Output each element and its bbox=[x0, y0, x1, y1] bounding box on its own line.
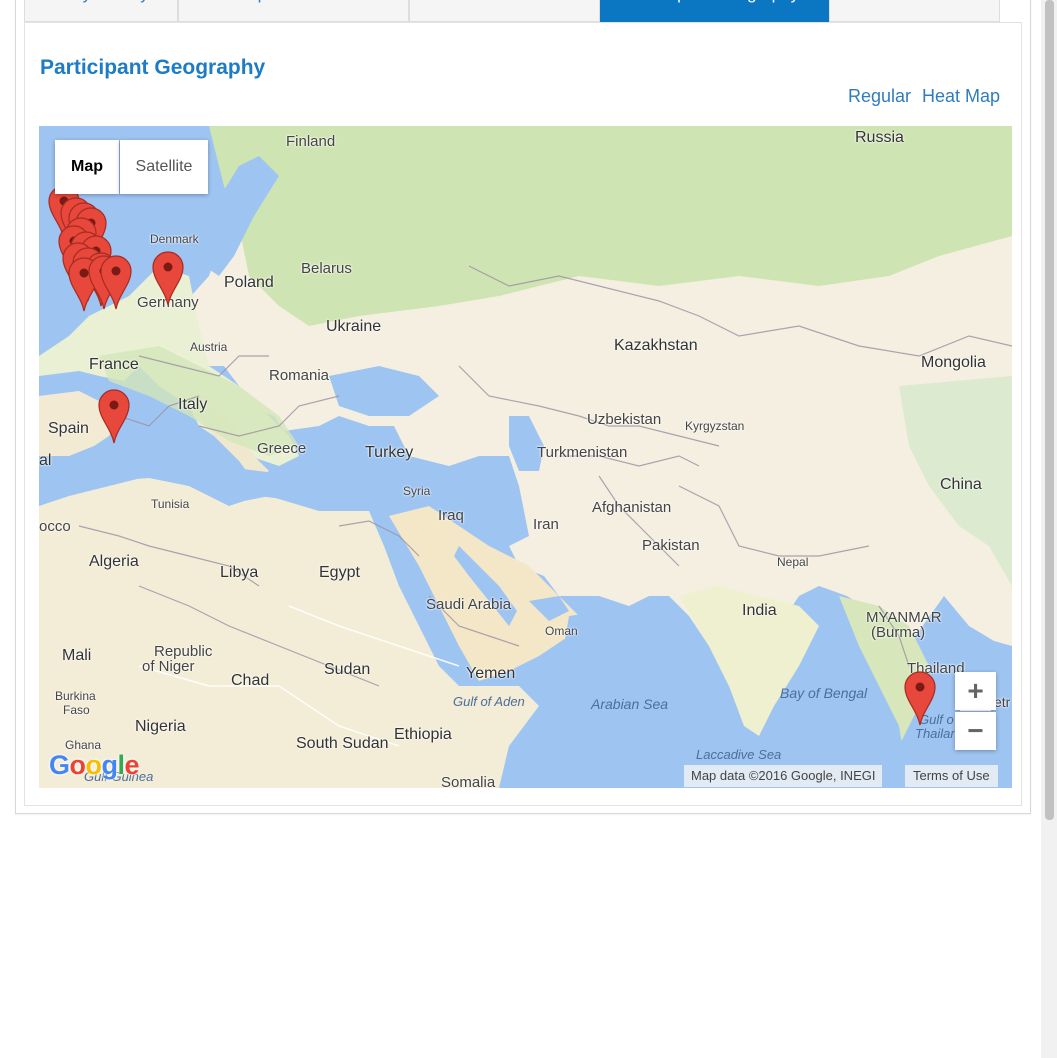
label-syria: Syria bbox=[403, 484, 431, 498]
label-finland: Finland bbox=[286, 133, 336, 150]
label-saudi-arabia: Saudi Arabia bbox=[426, 596, 512, 613]
label-nepal: Nepal bbox=[777, 555, 809, 569]
zoom-divider bbox=[960, 710, 991, 711]
label-mongolia: Mongolia bbox=[921, 354, 986, 371]
label-yemen: Yemen bbox=[466, 665, 516, 682]
label-somalia: Somalia bbox=[441, 774, 496, 788]
label-poland: Poland bbox=[224, 274, 274, 291]
tab-email-statistics[interactable]: Email Statistics bbox=[829, 0, 1000, 22]
map-pin-icon bbox=[98, 389, 130, 444]
google-logo: Google bbox=[49, 750, 140, 780]
label-italy: Italy bbox=[178, 396, 208, 413]
map-pin-icon bbox=[100, 255, 132, 310]
label-burkina: Burkina bbox=[55, 689, 96, 703]
label-portugal-partial: al bbox=[39, 452, 52, 469]
label-afghanistan: Afghanistan bbox=[592, 499, 672, 516]
label-burma: (Burma) bbox=[871, 624, 926, 641]
label-iran: Iran bbox=[533, 516, 559, 533]
label-vietnam-partial: etr bbox=[994, 694, 1011, 710]
terms-of-use-link[interactable]: Terms of Use bbox=[905, 765, 998, 787]
label-of-niger: of Niger bbox=[142, 658, 195, 675]
label-sudan: Sudan bbox=[324, 661, 371, 678]
label-gulf-of-aden: Gulf of Aden bbox=[453, 694, 525, 709]
label-egypt: Egypt bbox=[319, 564, 360, 581]
scrollbar-thumb[interactable] bbox=[1045, 0, 1054, 820]
label-kyrgyzstan: Kyrgyzstan bbox=[685, 419, 745, 433]
label-spain: Spain bbox=[48, 420, 89, 437]
map-type-satellite-button[interactable]: Satellite bbox=[120, 140, 208, 194]
label-algeria: Algeria bbox=[89, 553, 139, 570]
label-belarus: Belarus bbox=[301, 260, 352, 277]
zoom-out-button[interactable]: − bbox=[955, 712, 996, 750]
label-greece: Greece bbox=[257, 440, 307, 457]
label-libya: Libya bbox=[220, 564, 259, 581]
label-morocco-partial: occo bbox=[39, 518, 71, 535]
label-nigeria: Nigeria bbox=[135, 718, 186, 735]
label-oman: Oman bbox=[545, 624, 578, 638]
label-turkmenistan: Turkmenistan bbox=[537, 444, 628, 461]
label-russia: Russia bbox=[855, 129, 904, 146]
map-attribution: Map data ©2016 Google, INEGI bbox=[684, 765, 883, 787]
label-austria: Austria bbox=[190, 340, 228, 354]
label-faso: Faso bbox=[63, 703, 90, 717]
label-ethiopia: Ethiopia bbox=[394, 726, 452, 743]
location-marker[interactable] bbox=[99, 254, 133, 310]
label-china: China bbox=[940, 476, 982, 493]
zoom-in-button[interactable]: + bbox=[955, 672, 996, 710]
tab-participant-geography[interactable]: Participant Geography bbox=[600, 0, 829, 22]
plus-icon: + bbox=[967, 675, 984, 706]
label-bay-of-bengal: Bay of Bengal bbox=[780, 685, 868, 701]
label-denmark: Denmark bbox=[150, 232, 199, 246]
page-title: Participant Geography bbox=[40, 56, 266, 79]
location-marker[interactable] bbox=[151, 250, 185, 306]
label-turkey: Turkey bbox=[365, 444, 414, 461]
label-romania: Romania bbox=[269, 367, 330, 384]
label-uzbekistan: Uzbekistan bbox=[587, 411, 662, 428]
label-india: India bbox=[742, 602, 777, 619]
label-kazakhstan: Kazakhstan bbox=[614, 337, 698, 354]
location-marker[interactable] bbox=[97, 388, 131, 444]
label-mali: Mali bbox=[62, 647, 92, 664]
tab-content-statistics[interactable]: Content Statistics bbox=[409, 0, 600, 22]
label-thailand-gulf-partial: Thailan bbox=[915, 726, 958, 741]
label-laccadive-sea: Laccadive Sea bbox=[696, 747, 782, 762]
map-pin-icon bbox=[152, 251, 184, 306]
tab-participation-statistics[interactable]: Participation Statistics bbox=[178, 0, 409, 22]
minus-icon: − bbox=[967, 715, 984, 746]
label-iraq: Iraq bbox=[438, 507, 464, 524]
label-south-sudan: South Sudan bbox=[296, 735, 389, 752]
map-canvas[interactable]: Finland Russia Denmark Belarus Poland Ge… bbox=[39, 126, 1012, 788]
tab-daily-activity[interactable]: Daily Activity bbox=[24, 0, 178, 22]
label-ukraine: Ukraine bbox=[326, 318, 382, 335]
map-type-map-button[interactable]: Map bbox=[55, 140, 119, 194]
label-france: France bbox=[89, 356, 139, 373]
location-marker[interactable] bbox=[903, 670, 937, 726]
label-arabian-sea: Arabian Sea bbox=[591, 696, 669, 712]
label-tunisia: Tunisia bbox=[151, 497, 190, 511]
label-chad: Chad bbox=[231, 672, 270, 689]
label-pakistan: Pakistan bbox=[642, 537, 700, 554]
regular-view-link[interactable]: Regular bbox=[848, 86, 911, 107]
heat-map-view-link[interactable]: Heat Map bbox=[922, 86, 1000, 107]
map-pin-icon bbox=[904, 671, 936, 726]
